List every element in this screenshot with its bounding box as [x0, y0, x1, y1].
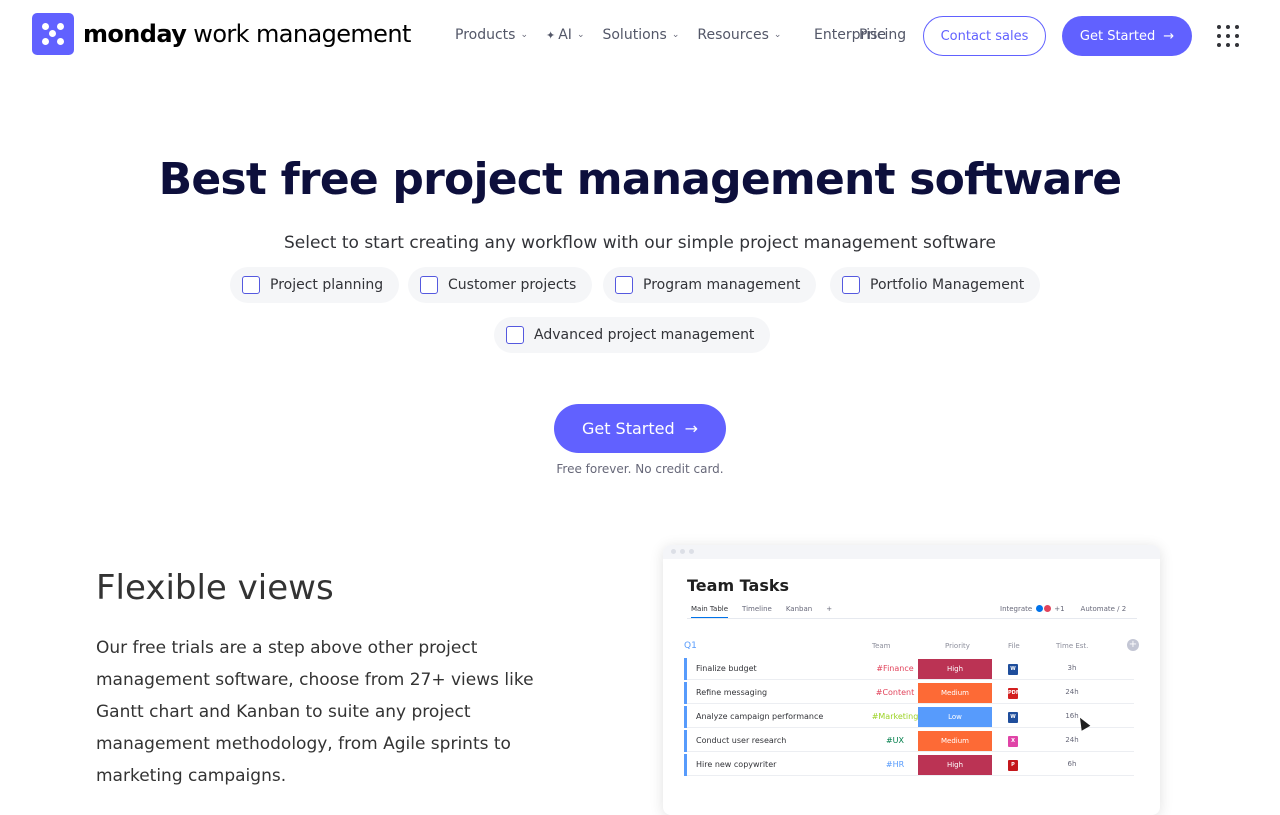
option-program-management[interactable]: Program management [603, 267, 817, 303]
checkbox[interactable] [842, 276, 860, 294]
option-label: Advanced project management [534, 327, 755, 343]
column-time: Time Est. [1056, 642, 1089, 650]
tab-add: + [826, 605, 833, 613]
nav-get-started-button[interactable]: Get Started → [1062, 16, 1192, 56]
avatar [1036, 605, 1044, 612]
table-row: Refine messaging #Content Medium PDF 24h [684, 682, 1134, 704]
time-estimate: 24h [1065, 688, 1079, 696]
task-name: Hire new copywriter [696, 760, 777, 769]
option-label: Program management [643, 277, 801, 293]
top-navigation: monday work management Products ⌄ ✦ AI ⌄… [0, 0, 1280, 72]
automate-label: Automate / 2 [1080, 605, 1127, 613]
arrow-right-icon: → [684, 419, 699, 438]
task-name: Analyze campaign performance [696, 712, 824, 721]
main-menu: Products ⌄ ✦ AI ⌄ Solutions ⌄ Resources … [455, 27, 799, 43]
priority-cell: Medium [918, 683, 992, 703]
table-row: Conduct user research #UX Medium X 24h [684, 730, 1134, 752]
hero-note: Free forever. No credit card. [556, 462, 724, 476]
time-estimate: 24h [1065, 736, 1079, 744]
table-row: Analyze campaign performance #Marketing … [684, 706, 1134, 728]
column-priority: Priority [945, 642, 970, 650]
chevron-down-icon: ⌄ [671, 30, 680, 40]
option-customer-projects[interactable]: Customer projects [408, 267, 593, 303]
nav-ai-label: AI [558, 27, 572, 43]
tab-kanban: Kanban [785, 605, 813, 613]
tab-timeline: Timeline [742, 605, 772, 613]
file-icon: P [1008, 760, 1018, 771]
nav-ai[interactable]: ✦ AI ⌄ [546, 27, 584, 43]
page-title: Best free project management software [158, 154, 1122, 205]
feature-title: Flexible views [96, 568, 334, 608]
nav-solutions-label: Solutions [602, 27, 667, 43]
apps-grid-icon[interactable] [1217, 25, 1239, 47]
option-advanced-project-management[interactable]: Advanced project management [494, 317, 771, 353]
hero-get-started-button[interactable]: Get Started → [554, 404, 726, 453]
feature-description: Our free trials are a step above other p… [96, 638, 534, 786]
option-project-planning[interactable]: Project planning [230, 267, 400, 303]
table-row: Hire new copywriter #HR High P 6h [684, 754, 1134, 776]
column-team: Team [872, 642, 891, 650]
hero-subtitle: Select to start creating any workflow wi… [284, 233, 996, 253]
file-icon: PDF [1008, 688, 1019, 699]
checkbox[interactable] [420, 276, 438, 294]
task-name: Conduct user research [696, 736, 787, 745]
task-name: Finalize budget [696, 664, 757, 673]
task-name: Refine messaging [696, 688, 768, 697]
contact-sales-button[interactable]: Contact sales [923, 16, 1046, 56]
nav-resources[interactable]: Resources ⌄ [697, 27, 781, 43]
board-title: Team Tasks [687, 576, 790, 595]
priority-cell: Medium [918, 731, 992, 751]
divider [687, 618, 1137, 619]
board-preview: Team Tasks Main Table Timeline Kanban + … [663, 545, 1160, 815]
column-file: File [1008, 642, 1020, 650]
tab-main-table: Main Table [691, 605, 729, 618]
window-bar [663, 545, 1160, 559]
time-estimate: 6h [1067, 760, 1077, 768]
board-toolbar: Integrate +1 Automate / 2 [1000, 605, 1126, 613]
hero-get-started-label: Get Started [581, 419, 675, 438]
nav-resources-label: Resources [697, 27, 769, 43]
nav-products-label: Products [455, 27, 516, 43]
monday-logo[interactable]: monday work management [32, 13, 411, 55]
checkbox[interactable] [615, 276, 633, 294]
logo-wordmark: monday work management [83, 20, 411, 48]
chevron-down-icon: ⌄ [576, 30, 585, 40]
priority-cell: High [918, 659, 992, 679]
option-label: Project planning [270, 277, 384, 293]
sparkle-icon: ✦ [546, 28, 556, 42]
integrate-label: Integrate [1000, 605, 1033, 613]
option-label: Customer projects [448, 277, 577, 293]
file-icon: X [1008, 736, 1018, 747]
priority-cell: High [918, 755, 992, 775]
checkbox[interactable] [506, 326, 524, 344]
file-icon: W [1008, 664, 1018, 675]
add-column-icon: + [1127, 639, 1139, 651]
avatar [1044, 605, 1052, 612]
priority-cell: Low [918, 707, 992, 727]
option-portfolio-management[interactable]: Portfolio Management [830, 267, 1041, 303]
member-count: +1 [1054, 605, 1065, 613]
time-estimate: 3h [1067, 664, 1077, 672]
group-label: Q1 [684, 641, 697, 651]
option-label: Portfolio Management [870, 277, 1025, 293]
arrow-right-icon: → [1163, 28, 1175, 44]
nav-solutions[interactable]: Solutions ⌄ [602, 27, 679, 43]
checkbox[interactable] [242, 276, 260, 294]
nav-pricing[interactable]: Pricing [859, 27, 906, 43]
file-icon: W [1008, 712, 1018, 723]
board-tabs: Main Table Timeline Kanban + [691, 605, 846, 618]
chevron-down-icon: ⌄ [520, 30, 528, 40]
nav-products[interactable]: Products ⌄ [455, 27, 528, 43]
chevron-down-icon: ⌄ [773, 30, 782, 40]
table-row: Finalize budget #Finance High W 3h [684, 658, 1134, 680]
logo-icon [32, 13, 74, 55]
nav-get-started-label: Get Started [1079, 28, 1156, 44]
